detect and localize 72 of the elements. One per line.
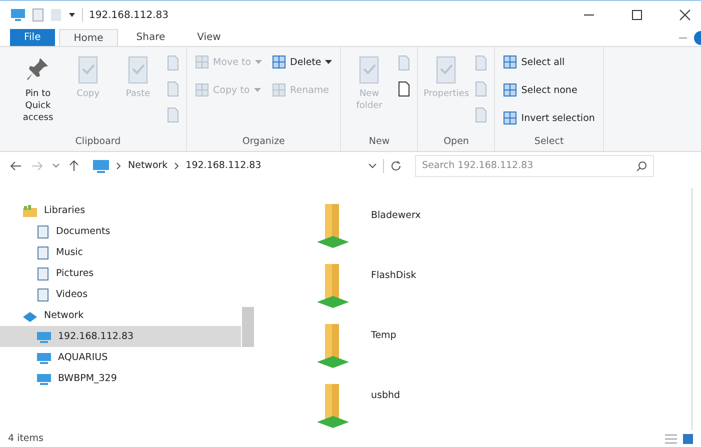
tree-item[interactable]: Network	[0, 305, 241, 326]
tree-item[interactable]: Music	[0, 242, 241, 264]
shared-folder-icon	[315, 202, 351, 250]
ribbon-button[interactable]: Select none	[501, 79, 597, 102]
file-item[interactable]: FlashDisk	[315, 262, 691, 310]
document-icon	[36, 246, 50, 260]
ribbon-button[interactable]: Pin to Quick access	[16, 51, 60, 124]
forward-arrow-icon[interactable]	[31, 160, 43, 171]
file-item[interactable]: Bladewerx	[315, 202, 691, 250]
ribbon-button[interactable]: Delete	[270, 51, 334, 74]
tree-item[interactable]: Libraries	[0, 200, 241, 222]
computer-icon	[10, 8, 26, 22]
address-bar[interactable]: Network 192.168.112.83	[88, 156, 406, 176]
ribbon-tab[interactable]: Home	[58, 29, 118, 46]
grid-icon	[503, 83, 518, 98]
ribbon-button[interactable]: Invert selection	[501, 107, 597, 130]
ribbon-button[interactable]: Select all	[501, 51, 597, 74]
ribbon-tab[interactable]: Share	[122, 29, 180, 46]
shared-folder-icon	[315, 322, 351, 370]
group-label: New	[368, 134, 391, 149]
search-icon	[636, 160, 647, 172]
window-title: 192.168.112.83	[89, 10, 169, 21]
tree-item[interactable]: Pictures	[0, 263, 241, 284]
ribbon-tab[interactable]: View	[183, 29, 235, 46]
breadcrumb[interactable]: 192.168.112.83	[186, 160, 262, 172]
computer-icon	[92, 158, 110, 173]
back-arrow-icon[interactable]	[10, 160, 22, 171]
computer-icon	[36, 372, 52, 385]
ribbon-tab[interactable]: File	[10, 29, 55, 46]
document-icon[interactable]	[397, 81, 412, 98]
caret-icon[interactable]	[68, 12, 76, 18]
breadcrumb[interactable]: Network	[128, 160, 168, 172]
caret-icon	[255, 60, 262, 65]
grid-icon	[503, 111, 518, 126]
caret-icon	[325, 60, 332, 65]
tree-item[interactable]: AQUARIUS	[0, 347, 241, 368]
grid-icon	[272, 83, 286, 98]
help-icon[interactable]	[691, 30, 701, 45]
tree-item[interactable]: 192.168.112.83	[0, 326, 241, 348]
refresh-icon[interactable]	[390, 160, 402, 172]
grid-icon	[195, 83, 209, 98]
grid-icon	[195, 55, 209, 70]
chevron-icon[interactable]	[116, 162, 122, 170]
file-item[interactable]: usbhd	[315, 382, 691, 430]
shared-folder-icon	[315, 382, 351, 430]
document-icon	[36, 224, 50, 239]
search-field[interactable]: Search 192.168.112.83	[415, 154, 654, 177]
up-arrow-icon[interactable]	[69, 160, 79, 172]
large-icons-view-icon[interactable]	[683, 434, 693, 444]
libraries-icon	[22, 204, 38, 218]
shared-folder-icon	[315, 262, 351, 310]
group-label: Select	[533, 134, 565, 149]
group-label: Clipboard	[74, 134, 122, 149]
maximize-icon[interactable]	[631, 9, 643, 22]
group-label: Open	[442, 134, 470, 149]
file-item[interactable]: Temp	[315, 322, 691, 370]
tree-item[interactable]: Videos	[0, 284, 241, 306]
tree-item[interactable]: BWBPM_329	[0, 368, 241, 390]
computer-icon	[36, 330, 52, 343]
group-label: Organize	[241, 134, 286, 149]
grid-icon	[272, 55, 286, 70]
caret-icon	[254, 88, 261, 93]
details-view-icon[interactable]	[665, 434, 677, 444]
close-icon[interactable]	[679, 9, 691, 22]
tree-item[interactable]: Documents	[0, 221, 241, 242]
item-count: 4 items	[8, 433, 44, 444]
document-icon	[36, 288, 50, 302]
grid-icon	[503, 55, 518, 70]
caret-icon[interactable]	[368, 162, 377, 169]
computer-icon	[36, 352, 52, 364]
document-icon	[36, 266, 50, 281]
chevron-icon[interactable]	[174, 162, 180, 170]
